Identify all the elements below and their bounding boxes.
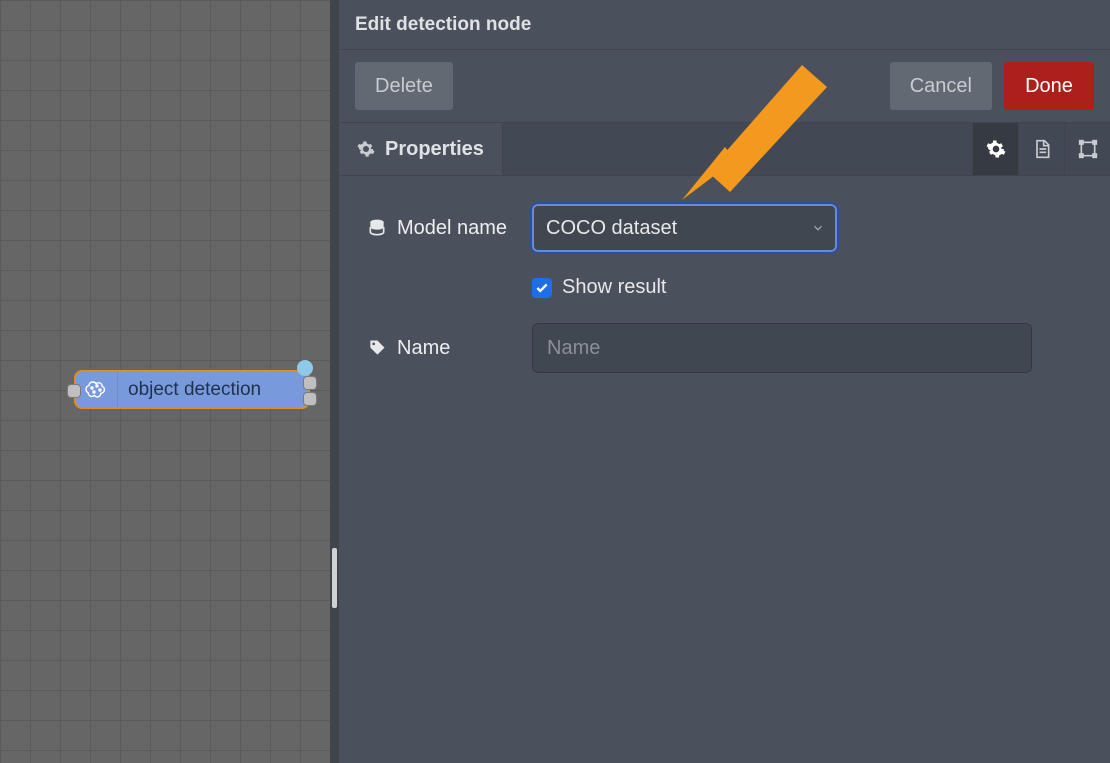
bounding-box-icon xyxy=(1078,139,1098,159)
node-input-port[interactable] xyxy=(67,384,81,398)
panel-tabs: Properties xyxy=(339,123,1110,176)
field-show-result: Show result xyxy=(367,276,1082,299)
flow-canvas[interactable]: object detection xyxy=(0,0,330,763)
name-label-wrap: Name xyxy=(367,337,532,360)
show-result-label: Show result xyxy=(562,276,667,299)
cancel-button[interactable]: Cancel xyxy=(890,62,992,110)
gear-icon xyxy=(357,140,375,158)
name-input[interactable] xyxy=(532,323,1032,373)
tab-properties-label: Properties xyxy=(385,138,484,161)
tag-icon xyxy=(367,338,387,358)
brain-icon xyxy=(76,372,118,407)
node-object-detection[interactable]: object detection xyxy=(74,370,310,409)
tab-filler xyxy=(503,123,972,175)
model-name-select-wrap: COCO dataset xyxy=(532,204,837,252)
delete-button[interactable]: Delete xyxy=(355,62,453,110)
show-result-checkbox-wrap[interactable]: Show result xyxy=(532,276,667,299)
gear-icon xyxy=(986,139,1006,159)
tab-icon-settings[interactable] xyxy=(972,123,1018,175)
show-result-checkbox[interactable] xyxy=(532,278,552,298)
tab-icon-doc[interactable] xyxy=(1018,123,1064,175)
node-label: object detection xyxy=(118,379,261,401)
done-button[interactable]: Done xyxy=(1004,62,1094,110)
panel-divider[interactable] xyxy=(330,0,339,763)
model-name-label: Model name xyxy=(397,217,507,240)
edit-node-panel: Edit detection node Delete Cancel Done P… xyxy=(339,0,1110,763)
database-icon xyxy=(367,218,387,238)
node-status-dot xyxy=(297,360,313,376)
panel-resize-handle[interactable] xyxy=(332,548,337,608)
tab-icon-layout[interactable] xyxy=(1064,123,1110,175)
panel-action-bar: Delete Cancel Done xyxy=(339,50,1110,123)
field-name: Name xyxy=(367,323,1082,373)
node-output-port-1[interactable] xyxy=(303,376,317,390)
node-output-port-2[interactable] xyxy=(303,392,317,406)
name-label: Name xyxy=(397,337,450,360)
document-icon xyxy=(1032,139,1052,159)
properties-form: Model name COCO dataset Show result xyxy=(339,176,1110,401)
model-name-select[interactable]: COCO dataset xyxy=(532,204,837,252)
panel-title: Edit detection node xyxy=(339,0,1110,50)
field-model-name: Model name COCO dataset xyxy=(367,204,1082,252)
tab-properties[interactable]: Properties xyxy=(339,123,503,175)
model-name-label-wrap: Model name xyxy=(367,217,532,240)
